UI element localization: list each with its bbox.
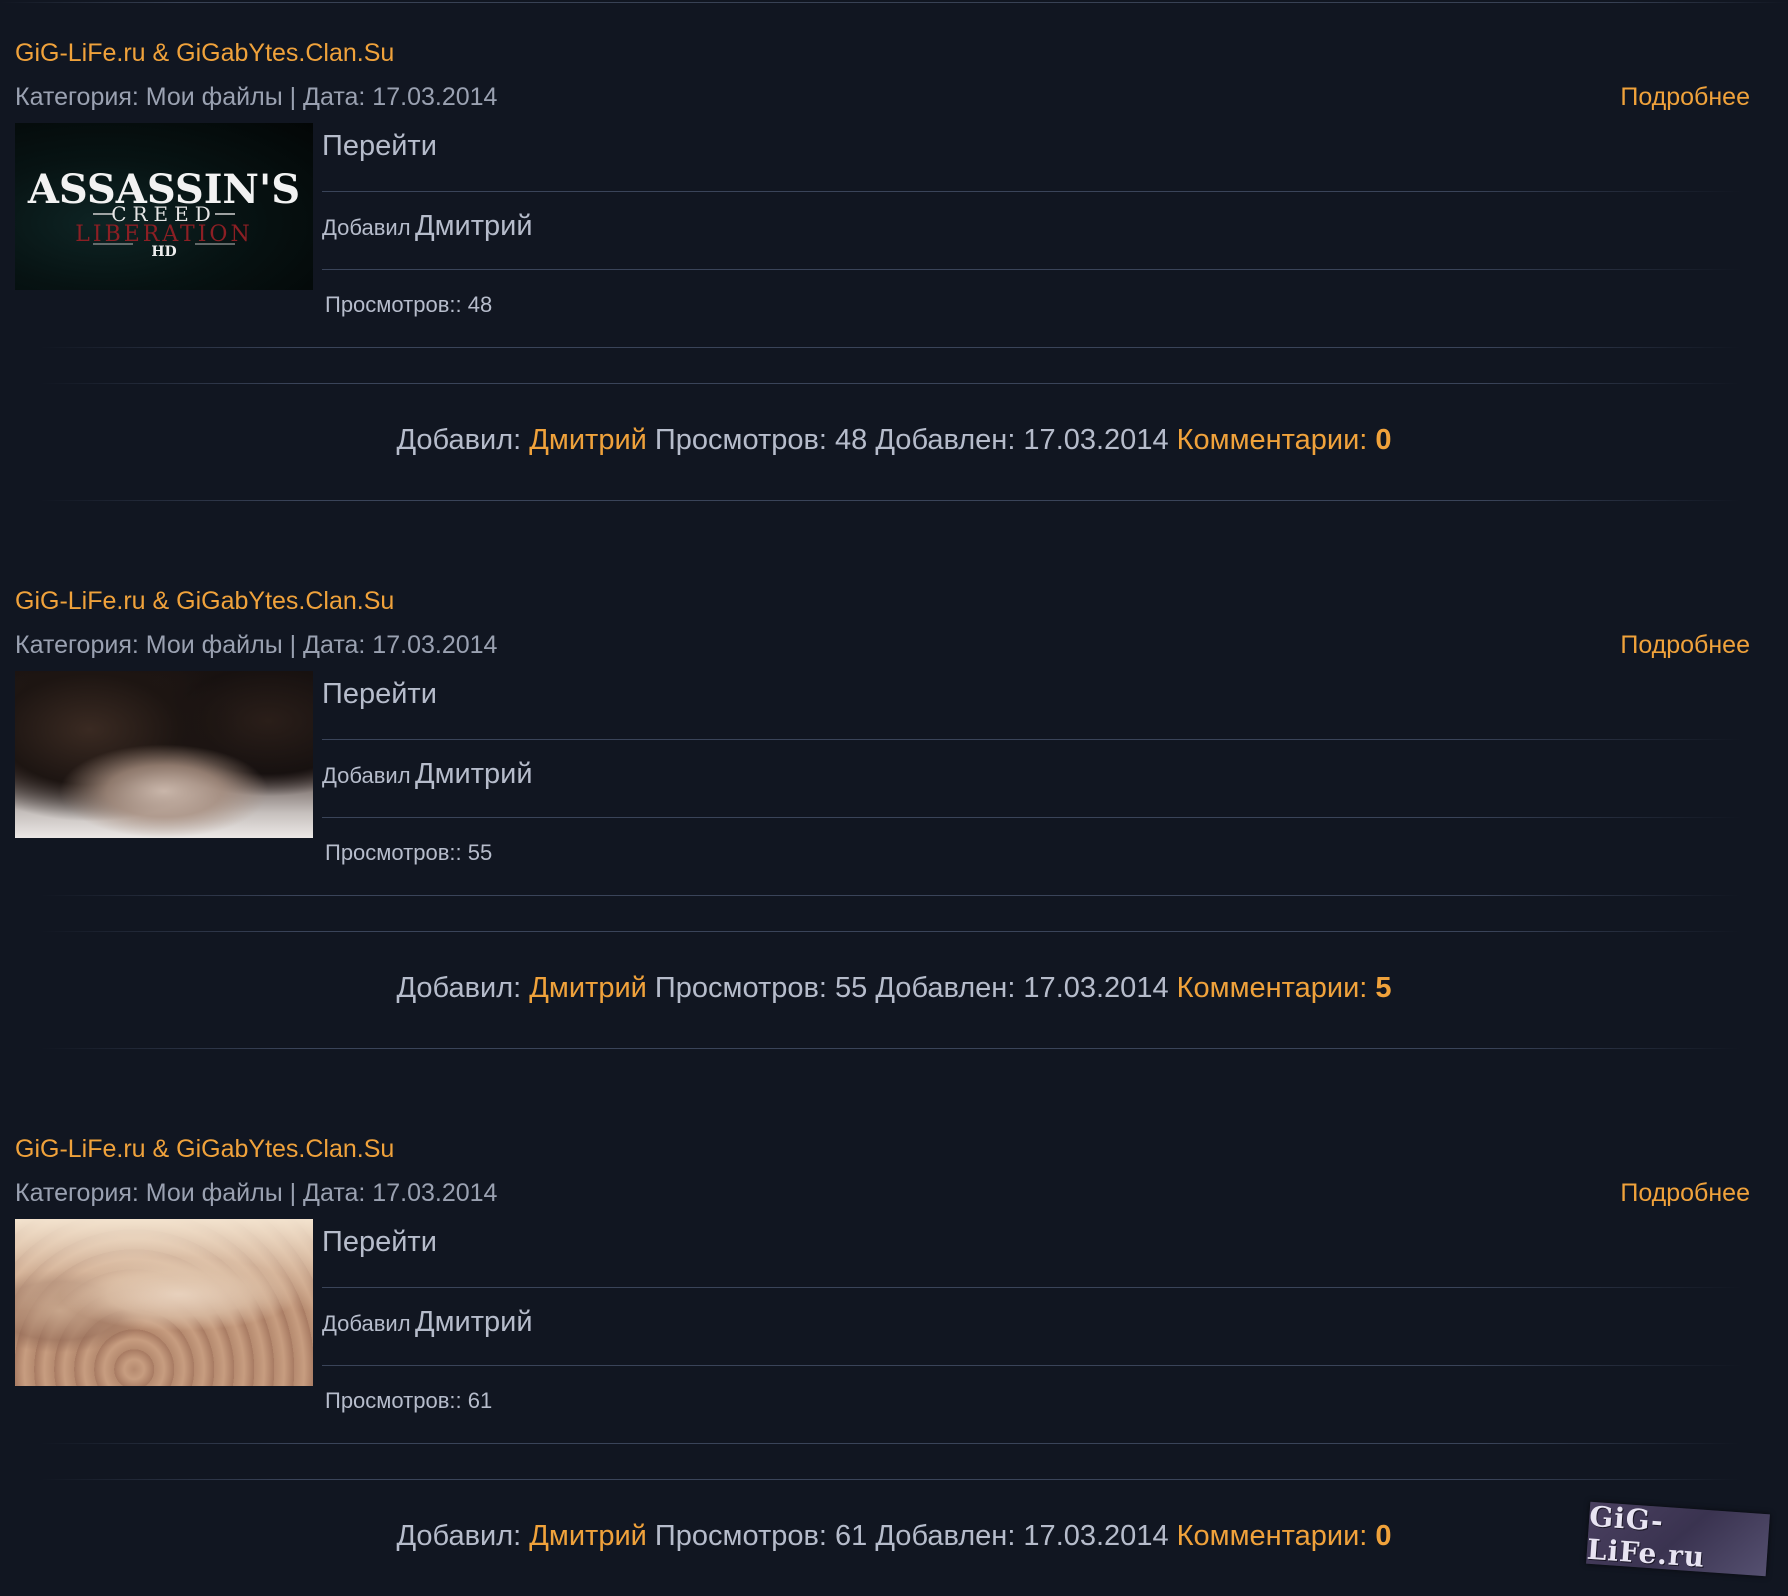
footer-added-label: Добавил: xyxy=(396,424,522,456)
divider xyxy=(40,500,1740,501)
footer-views: Просмотров: 48 xyxy=(654,424,868,456)
footer-added-label: Добавил: xyxy=(396,1520,522,1552)
footer-comments-label: Комментарии: xyxy=(1176,972,1368,1004)
divider xyxy=(40,1048,1740,1049)
entry-thumbnail[interactable]: ASSASSIN'S CREED LIBERATION HD xyxy=(15,123,313,290)
footer-date: Добавлен: 17.03.2014 xyxy=(875,1520,1169,1552)
entry-title-link[interactable]: GiG-LiFe.ru & GiGabYtes.Clan.Su xyxy=(15,1135,394,1164)
footer-date: Добавлен: 17.03.2014 xyxy=(875,424,1169,456)
footer-comments-link[interactable]: Комментарии: 0 xyxy=(1177,1520,1392,1552)
file-entry: GiG-LiFe.ru & GiGabYtes.Clan.Su Категори… xyxy=(0,1096,1788,1596)
footer-views: Просмотров: 55 xyxy=(654,972,868,1004)
footer-added-label: Добавил: xyxy=(396,972,522,1004)
file-entry: GiG-LiFe.ru & GiGabYtes.Clan.Su Категори… xyxy=(0,548,1788,1049)
entry-title-link[interactable]: GiG-LiFe.ru & GiGabYtes.Clan.Su xyxy=(15,39,394,68)
footer-comments-count: 0 xyxy=(1375,424,1392,456)
divider xyxy=(322,269,1742,270)
divider xyxy=(322,817,1742,818)
goto-link[interactable]: Перейти xyxy=(322,678,437,711)
added-by-label: Добавил xyxy=(322,1311,411,1336)
more-details-link[interactable]: Подробнее xyxy=(1620,1179,1750,1208)
added-by: Добавил Дмитрий xyxy=(322,758,533,791)
divider xyxy=(40,895,1740,896)
site-watermark: GiG-LiFe.ru xyxy=(1585,1499,1770,1577)
footer-comments-label: Комментарии: xyxy=(1176,424,1368,456)
footer-views: Просмотров: 61 xyxy=(654,1520,868,1552)
entry-title-link[interactable]: GiG-LiFe.ru & GiGabYtes.Clan.Su xyxy=(15,587,394,616)
logo-line4: HD xyxy=(151,244,176,260)
divider xyxy=(322,739,1742,740)
assassins-creed-logo: ASSASSIN'S CREED LIBERATION HD xyxy=(27,166,300,260)
entry-meta: Категория: Мои файлы | Дата: 17.03.2014 xyxy=(15,1179,498,1207)
divider xyxy=(40,1479,1740,1480)
added-by-label: Добавил xyxy=(322,763,411,788)
file-entry: GiG-LiFe.ru & GiGabYtes.Clan.Su Категори… xyxy=(0,0,1788,501)
divider xyxy=(322,1287,1742,1288)
watermark-text: GiG-LiFe.ru xyxy=(1585,1499,1707,1574)
more-details-link[interactable]: Подробнее xyxy=(1620,631,1750,660)
divider xyxy=(322,191,1742,192)
entry-footer: Добавил: Дмитрий Просмотров: 55 Добавлен… xyxy=(0,972,1788,1005)
footer-author-link[interactable]: Дмитрий xyxy=(529,1520,647,1552)
footer-comments-link[interactable]: Комментарии: 0 xyxy=(1177,424,1392,456)
added-by: Добавил Дмитрий xyxy=(322,210,533,243)
goto-link[interactable]: Перейти xyxy=(322,130,437,163)
footer-comments-count: 5 xyxy=(1375,972,1392,1004)
entry-meta: Категория: Мои файлы | Дата: 17.03.2014 xyxy=(15,631,498,659)
added-by-label: Добавил xyxy=(322,215,411,240)
entry-meta: Категория: Мои файлы | Дата: 17.03.2014 xyxy=(15,83,498,111)
divider xyxy=(322,1365,1742,1366)
footer-author-link[interactable]: Дмитрий xyxy=(529,972,647,1004)
divider xyxy=(40,931,1740,932)
footer-comments-link[interactable]: Комментарии: 5 xyxy=(1177,972,1392,1004)
entry-thumbnail[interactable] xyxy=(15,671,313,838)
divider xyxy=(40,347,1740,348)
views-count: Просмотров:: 61 xyxy=(325,1388,493,1413)
entry-footer: Добавил: Дмитрий Просмотров: 61 Добавлен… xyxy=(0,1520,1788,1553)
views-count: Просмотров:: 55 xyxy=(325,840,493,865)
footer-comments-label: Комментарии: xyxy=(1176,1520,1368,1552)
added-by: Добавил Дмитрий xyxy=(322,1306,533,1339)
goto-link[interactable]: Перейти xyxy=(322,1226,437,1259)
added-by-name: Дмитрий xyxy=(414,1306,533,1338)
footer-comments-count: 0 xyxy=(1375,1520,1392,1552)
added-by-name: Дмитрий xyxy=(414,758,533,790)
divider xyxy=(40,383,1740,384)
footer-date: Добавлен: 17.03.2014 xyxy=(875,972,1169,1004)
footer-author-link[interactable]: Дмитрий xyxy=(529,424,647,456)
entry-footer: Добавил: Дмитрий Просмотров: 48 Добавлен… xyxy=(0,424,1788,457)
added-by-name: Дмитрий xyxy=(414,210,533,242)
views-count: Просмотров:: 48 xyxy=(325,292,493,317)
more-details-link[interactable]: Подробнее xyxy=(1620,83,1750,112)
entry-thumbnail[interactable] xyxy=(15,1219,313,1386)
divider xyxy=(40,1443,1740,1444)
